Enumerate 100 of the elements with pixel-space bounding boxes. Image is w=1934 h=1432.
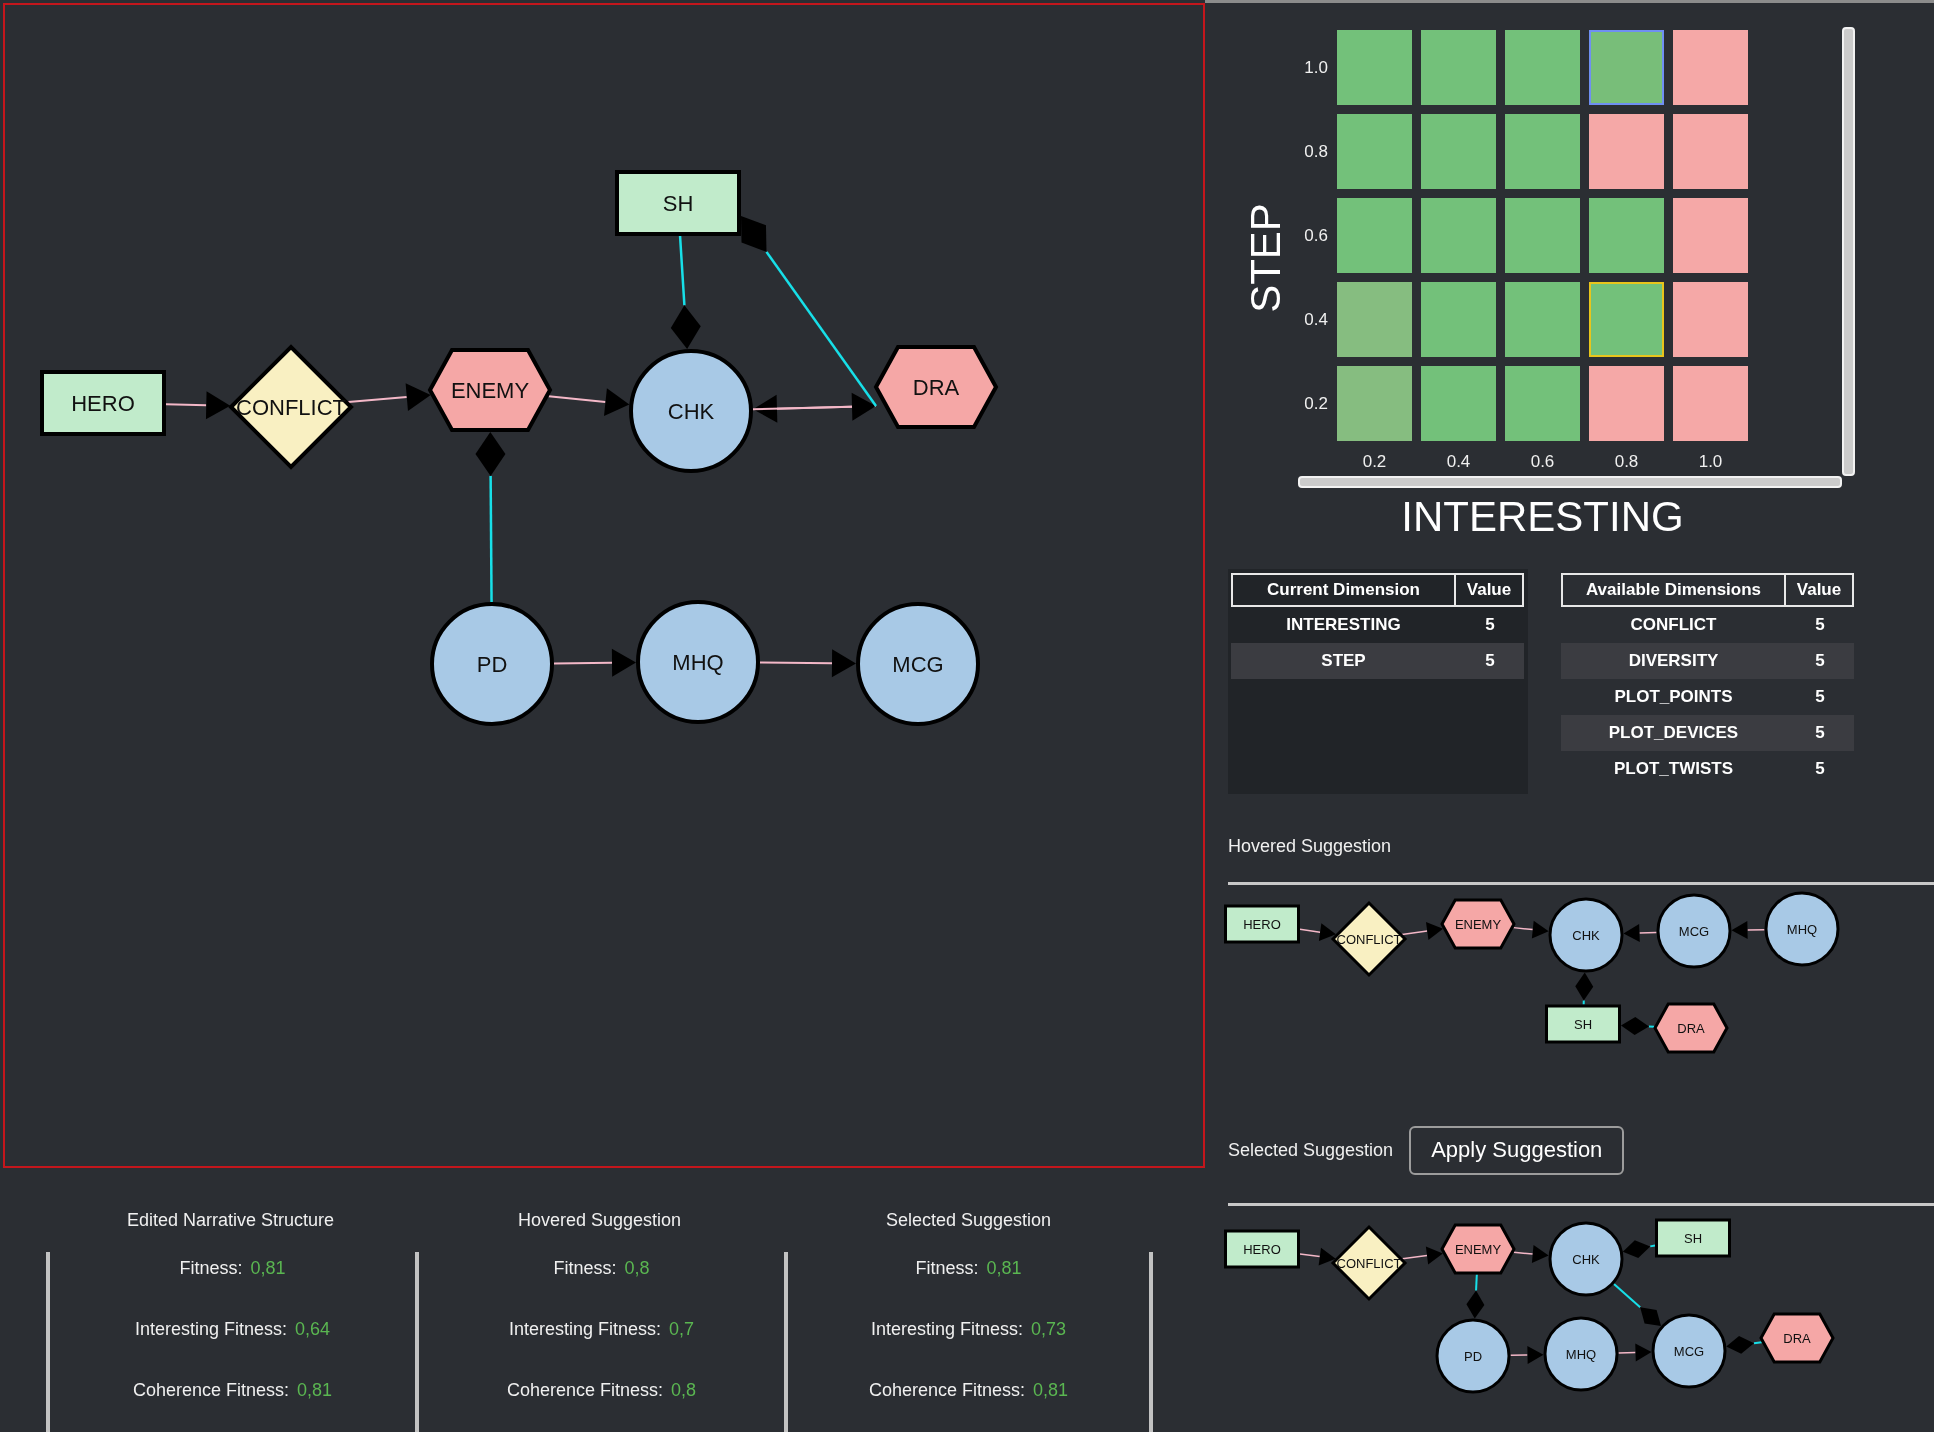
map-cell[interactable]: [1673, 198, 1748, 273]
diagram-node: MCG: [1651, 1313, 1727, 1389]
diagram-node: CONFLICT: [1330, 1224, 1408, 1302]
map-cell[interactable]: [1589, 282, 1664, 357]
axis-tick-label: 1.0: [1304, 57, 1328, 78]
arrow-connector: [1509, 1346, 1544, 1364]
map-cell[interactable]: [1337, 30, 1412, 105]
diagram-node: ENEMY: [1440, 1223, 1516, 1275]
arrow-connector: [1299, 923, 1336, 942]
map-cell[interactable]: [1421, 198, 1496, 273]
map-cell[interactable]: [1505, 366, 1580, 441]
metric-label: Fitness:: [553, 1257, 617, 1279]
metric-value: 0,73: [1031, 1318, 1067, 1340]
section-label: Hovered Suggestion: [1228, 835, 1392, 858]
column-header: Value: [1456, 573, 1524, 607]
table-cell-text: 5: [1814, 758, 1826, 780]
metric-value: 0,8: [624, 1257, 650, 1279]
map-cell[interactable]: [1673, 282, 1748, 357]
map-cell[interactable]: [1337, 282, 1412, 357]
diagram-node: MHQ: [1764, 891, 1840, 967]
diagram-node: SH: [615, 170, 741, 236]
map-cell[interactable]: [1589, 114, 1664, 189]
diamond-connector: [1575, 972, 1594, 1006]
map-cell[interactable]: [1337, 198, 1412, 273]
axis-title: STEP: [1245, 202, 1287, 313]
axis-title: INTERESTING: [1401, 495, 1684, 538]
diagram-node: ENEMY: [427, 348, 553, 432]
map-cell[interactable]: [1421, 366, 1496, 441]
map-cell[interactable]: [1673, 30, 1748, 105]
map-cell[interactable]: [1505, 282, 1580, 357]
diagram-node: HERO: [40, 370, 166, 436]
table-cell-text: 5: [1814, 650, 1826, 672]
axis-tick-label: 0.8: [1614, 452, 1639, 472]
map-cell[interactable]: [1505, 30, 1580, 105]
metric-label: Interesting Fitness:: [508, 1318, 661, 1340]
arrow-connector: [1623, 924, 1658, 942]
map-cell[interactable]: [1589, 198, 1664, 273]
axis-tick-label: 0.4: [1304, 309, 1328, 330]
metric-value: 0,81: [1033, 1379, 1069, 1401]
diagram-node: CHK: [1548, 1221, 1624, 1297]
diamond-connector: [1621, 1016, 1656, 1035]
apply-suggestion-button[interactable]: Apply Suggestion: [1409, 1125, 1625, 1175]
map-cell[interactable]: [1421, 30, 1496, 105]
axis-tick-label: 0.2: [1362, 452, 1387, 472]
diagram-node: PD: [430, 602, 554, 726]
diagram-node: MHQ: [636, 600, 760, 724]
metric-label: Interesting Fitness:: [134, 1318, 287, 1340]
diagram-node: DRA: [1653, 1002, 1729, 1054]
table-cell-text: CONFLICT: [1629, 614, 1718, 636]
panel-title: Selected Suggestion: [885, 1209, 1052, 1232]
diamond-connector: [1726, 1335, 1763, 1354]
diagram-node: DRA: [1759, 1312, 1835, 1364]
metric-value: 0,81: [986, 1257, 1022, 1279]
axis-tick-label: 0.6: [1304, 225, 1328, 246]
horizontal-scrollbar[interactable]: [1298, 476, 1842, 488]
map-cell[interactable]: [1505, 198, 1580, 273]
table-cell-text: STEP: [1320, 650, 1367, 672]
table-cell-text: INTERESTING: [1285, 614, 1402, 636]
map-cell[interactable]: [1505, 114, 1580, 189]
column-header: Current Dimension: [1231, 573, 1456, 607]
metric-value: 0,7: [669, 1318, 695, 1340]
map-cell[interactable]: [1421, 114, 1496, 189]
arrow-connector: [165, 391, 231, 420]
section-label: Selected Suggestion: [1228, 1139, 1394, 1162]
diagram-node: HERO: [1224, 904, 1300, 944]
diagram-node: ENEMY: [1440, 898, 1516, 950]
map-cell[interactable]: [1673, 114, 1748, 189]
arrow-connector: [1512, 920, 1549, 939]
metric-label: Coherence Fitness:: [132, 1379, 289, 1401]
diagram-node: SH: [1655, 1218, 1731, 1258]
map-cell[interactable]: [1589, 30, 1664, 105]
map-cell[interactable]: [1589, 366, 1664, 441]
metric-label: Coherence Fitness:: [506, 1379, 663, 1401]
diamond-connector: [1622, 1240, 1657, 1258]
column-header: Value: [1786, 573, 1854, 607]
table-cell-text: DIVERSITY: [1627, 650, 1720, 672]
map-cell[interactable]: [1673, 366, 1748, 441]
diamond-connector: [1612, 1283, 1662, 1326]
diagram-node: PD: [1435, 1318, 1511, 1394]
table-cell-text: 5: [1814, 614, 1826, 636]
panel-title: Hovered Suggestion: [517, 1209, 682, 1232]
diagram-node: CONFLICT: [1330, 900, 1408, 978]
table-cell-text: PLOT_POINTS: [1613, 686, 1734, 708]
axis-tick-label: 0.4: [1446, 452, 1471, 472]
table-cell-text: 5: [1484, 650, 1496, 672]
metric-label: Fitness:: [915, 1257, 979, 1279]
diagram-node: CONFLICT: [228, 344, 354, 470]
arrow-connector: [1731, 921, 1766, 939]
vertical-scrollbar[interactable]: [1842, 27, 1855, 476]
diagram-node: HERO: [1224, 1229, 1300, 1269]
map-cell[interactable]: [1337, 366, 1412, 441]
map-cell[interactable]: [1337, 114, 1412, 189]
metric-label: Coherence Fitness:: [868, 1379, 1025, 1401]
diagram-node: CHK: [1548, 897, 1624, 973]
metric-label: Fitness:: [179, 1257, 243, 1279]
arrow-connector: [1401, 922, 1444, 940]
arrow-connector: [1617, 1343, 1652, 1362]
axis-tick-label: 0.8: [1304, 141, 1328, 162]
table-cell-text: 5: [1484, 614, 1496, 636]
map-cell[interactable]: [1421, 282, 1496, 357]
